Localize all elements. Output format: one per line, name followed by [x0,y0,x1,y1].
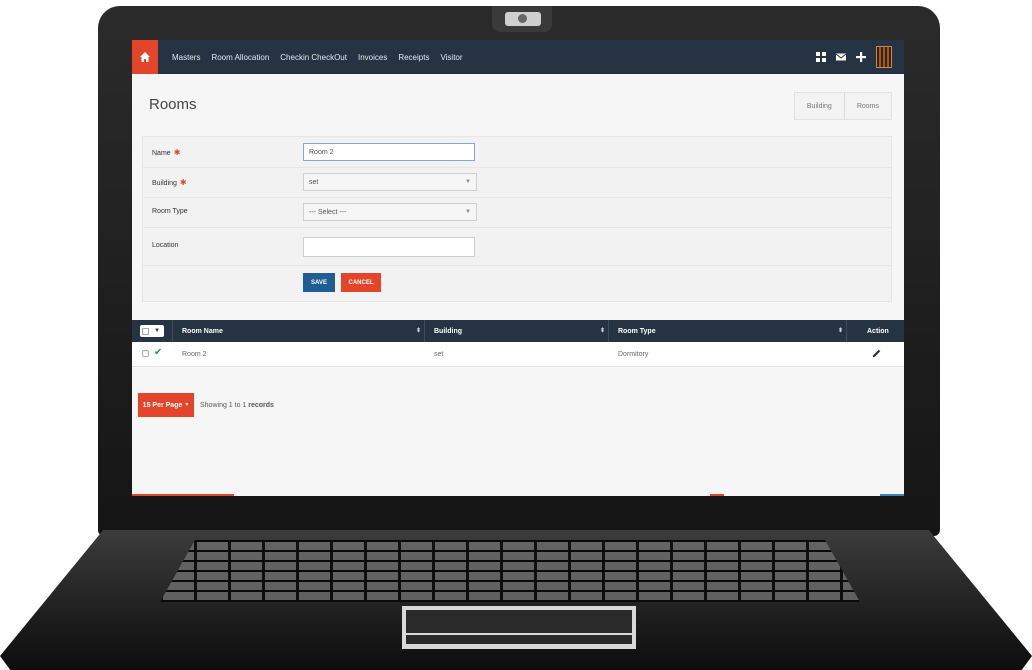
room-type-select[interactable]: --- Select --- ▼ [303,203,477,221]
column-divider [846,320,847,342]
form-row-name: Name ✱ [143,137,891,168]
save-button[interactable]: SAVE [303,273,335,292]
nav-item-receipts[interactable]: Receipts [398,53,429,62]
main-menu: Masters Room Allocation Checkin CheckOut… [172,40,474,74]
grid-icon[interactable] [816,52,826,62]
row-checkbox[interactable] [142,350,149,357]
sort-icon[interactable]: ⬍ [600,327,605,334]
room-type-label: Room Type [152,208,188,215]
column-header-action: Action [867,327,889,335]
form-row-location: Location [143,227,891,266]
nav-item-room-allocation[interactable]: Room Allocation [211,53,269,62]
cell-room-type: Dormitory [618,350,649,358]
sort-icon[interactable]: ⬍ [838,327,843,334]
navbar-actions [816,40,892,74]
column-header-room-name[interactable]: Room Name [182,320,223,342]
building-select-value: set [309,178,319,186]
nav-item-visitor[interactable]: Visitor [440,53,462,62]
building-label: Building ✱ [152,178,187,187]
app-screen: Masters Room Allocation Checkin CheckOut… [132,40,904,496]
column-header-room-type[interactable]: Room Type [618,320,656,342]
plus-icon[interactable] [856,52,866,62]
building-select[interactable]: set ▼ [303,173,477,191]
sort-icon[interactable]: ⬍ [416,327,421,334]
content-area: Name✱ Building✱ set ▼ Room Type --- Sele… [132,130,904,496]
name-input[interactable] [303,143,475,161]
select-all-dropdown[interactable]: ▼ [140,325,164,337]
table-row[interactable]: ✔ Room 2 set Dormitory [132,342,904,367]
column-divider [608,320,609,342]
webcam-icon [505,12,541,26]
required-icon: ✱ [179,178,187,187]
column-divider [172,320,173,342]
footer-accent [132,494,234,496]
nav-item-masters[interactable]: Masters [172,53,200,62]
keyboard-rows [160,540,860,602]
breadcrumb-building[interactable]: Building [795,93,844,119]
name-label: Name ✱ [152,148,181,157]
top-navbar: Masters Room Allocation Checkin CheckOut… [132,40,904,74]
footer-strip [132,494,904,496]
home-icon [140,52,150,62]
location-input[interactable] [303,237,475,257]
page-title: Rooms [149,96,197,113]
room-type-select-value: --- Select --- [309,208,347,216]
checkmark-icon: ✔ [154,347,163,358]
edit-pencil-icon[interactable] [872,349,881,358]
cancel-button[interactable]: CANCEL [341,273,381,292]
page-header: Rooms Building Rooms [132,74,904,130]
touchpad [402,606,636,649]
rooms-table: ▼ Room Name ⬍ Building ⬍ Room Type ⬍ Act… [132,320,904,367]
nav-item-checkin-checkout[interactable]: Checkin CheckOut [280,53,347,62]
records-summary: Showing 1 to 1 records [200,401,274,409]
chevron-down-icon: ▼ [465,179,471,185]
required-icon: ✱ [173,148,181,157]
form-row-room-type: Room Type --- Select --- ▼ [143,197,891,228]
room-form: Name✱ Building✱ set ▼ Room Type --- Sele… [142,136,892,302]
footer-accent [710,494,724,496]
form-row-building: Building ✱ set ▼ [143,167,891,198]
per-page-dropdown[interactable]: 15 Per Page ▼ [138,393,194,417]
caret-down-icon: ▼ [154,328,160,334]
home-button[interactable] [132,40,158,74]
select-all-checkbox[interactable] [142,327,149,335]
chevron-down-icon: ▼ [465,209,471,215]
footer-accent [880,494,904,496]
breadcrumb-rooms: Rooms [856,102,879,110]
column-header-building[interactable]: Building [434,320,462,342]
mail-icon[interactable] [836,52,846,62]
location-label: Location [152,242,179,249]
nav-item-invoices[interactable]: Invoices [358,53,387,62]
breadcrumb: Building Rooms [793,92,892,120]
pagination: 15 Per Page ▼ Showing 1 to 1 records [138,393,274,417]
cell-building: set [434,350,444,358]
per-page-label: 15 Per Page [142,401,183,409]
cell-room-name: Room 2 [182,350,207,358]
caret-down-icon: ▼ [184,402,190,408]
column-divider [424,320,425,342]
table-header: ▼ Room Name ⬍ Building ⬍ Room Type ⬍ Act… [132,320,904,342]
user-avatar[interactable] [876,46,892,68]
